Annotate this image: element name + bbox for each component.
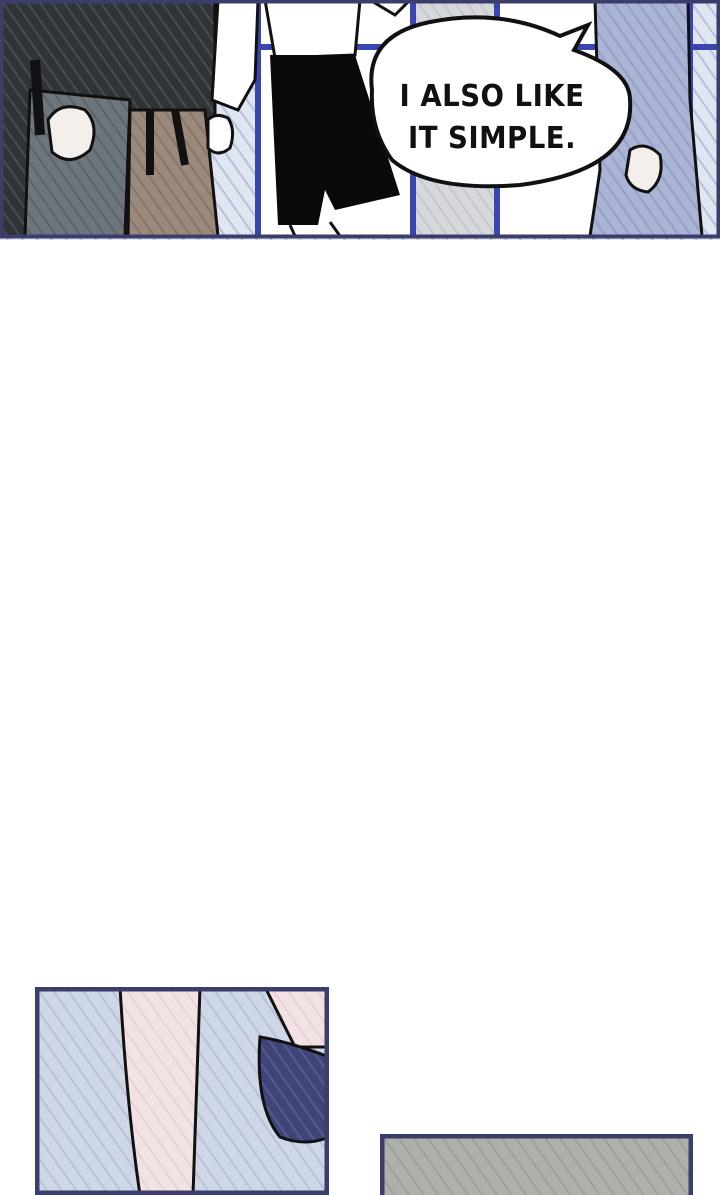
panel-illustration-legs — [35, 987, 329, 1195]
comic-panel-legs — [35, 987, 329, 1195]
panel-illustration-gray — [380, 1134, 693, 1195]
panel-illustration-top — [0, 0, 720, 240]
speech-bubble-text: I ALSO LIKE IT SIMPLE. — [399, 79, 585, 156]
comic-panel-top: I ALSO LIKE IT SIMPLE. — [0, 0, 720, 240]
comic-panel-gray — [380, 1134, 693, 1195]
